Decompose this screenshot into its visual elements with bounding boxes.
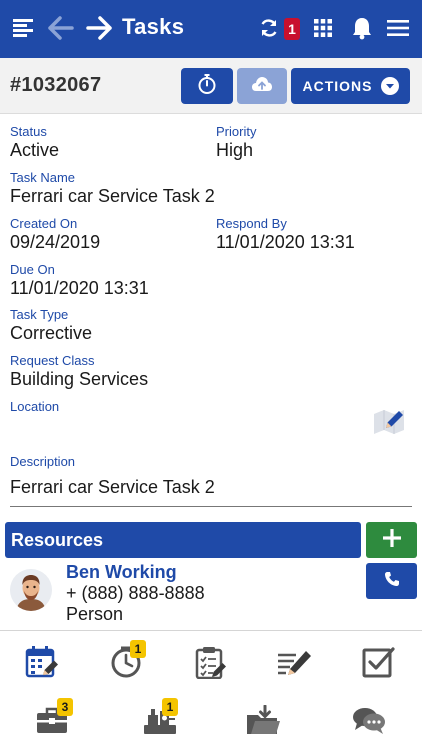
timer-badge: 1 <box>130 640 146 658</box>
notification-bell-icon[interactable] <box>350 15 374 41</box>
chevron-down-icon <box>380 77 399 95</box>
resource-person-type: Person <box>66 604 124 624</box>
add-resource-button[interactable] <box>366 522 417 558</box>
equipment-badge: 1 <box>162 698 178 716</box>
sync-icon[interactable] <box>258 15 280 41</box>
resource-person-name[interactable]: Ben Working <box>66 562 177 583</box>
timer-button[interactable] <box>181 68 233 104</box>
edit-location-icon[interactable] <box>372 404 408 436</box>
actions-button[interactable]: ACTIONS <box>291 68 410 104</box>
resource-person-phone: + (888) 888-8888 <box>66 583 205 603</box>
request-class-value: Building Services <box>10 369 149 389</box>
respond-by-value: 11/01/2020 13:31 <box>216 232 355 252</box>
back-arrow-icon[interactable] <box>48 15 74 41</box>
phone-icon <box>384 571 400 592</box>
due-on-value: 11/01/2020 13:31 <box>10 278 149 298</box>
resources-title: Resources <box>11 530 104 550</box>
actions-button-label: ACTIONS <box>302 78 373 94</box>
respond-by-label: Respond By <box>216 216 287 231</box>
priority-label: Priority <box>216 124 257 139</box>
hamburger-menu-icon[interactable] <box>386 15 410 41</box>
task-name-value: Ferrari car Service Task 2 <box>10 186 215 206</box>
task-type-value: Corrective <box>10 323 93 343</box>
call-button[interactable] <box>366 563 417 599</box>
stopwatch-icon <box>197 73 217 100</box>
upload-button[interactable] <box>237 68 287 104</box>
forward-arrow-icon[interactable] <box>86 15 112 41</box>
location-label: Location <box>10 399 60 414</box>
request-class-label: Request Class <box>10 353 95 368</box>
cloud-upload-icon <box>251 76 273 97</box>
task-type-label: Task Type <box>10 307 69 322</box>
avatar <box>10 569 52 611</box>
description-underline <box>10 506 412 507</box>
resources-header: Resources <box>5 522 361 558</box>
due-on-label: Due On <box>10 262 55 277</box>
task-name-label: Task Name <box>10 170 76 185</box>
task-id: #1032067 <box>10 74 102 96</box>
notes-edit-icon[interactable] <box>276 644 312 680</box>
bottom-toolbar-divider <box>0 630 422 631</box>
description-value[interactable]: Ferrari car Service Task 2 <box>10 477 215 498</box>
toolbox-badge: 3 <box>57 698 73 716</box>
calendar-edit-icon[interactable] <box>24 644 60 680</box>
description-label: Description <box>10 454 76 469</box>
plus-icon <box>382 528 401 552</box>
clipboard-checklist-icon[interactable] <box>192 644 228 680</box>
app-header: Tasks 1 <box>0 0 422 58</box>
checkbox-complete-icon[interactable] <box>360 644 396 680</box>
created-on-value: 09/24/2019 <box>10 232 101 252</box>
status-value: Active <box>10 140 60 160</box>
priority-value: High <box>216 140 254 160</box>
folder-download-icon[interactable] <box>245 703 281 739</box>
page-title: Tasks <box>122 14 185 39</box>
sync-count-badge: 1 <box>284 18 300 40</box>
chat-icon[interactable] <box>351 703 387 739</box>
status-label: Status <box>10 124 47 139</box>
created-on-label: Created On <box>10 216 78 231</box>
list-menu-icon[interactable] <box>12 15 34 41</box>
apps-grid-icon[interactable] <box>312 15 334 41</box>
task-id-bar: #1032067 ACTIONS <box>0 58 422 114</box>
